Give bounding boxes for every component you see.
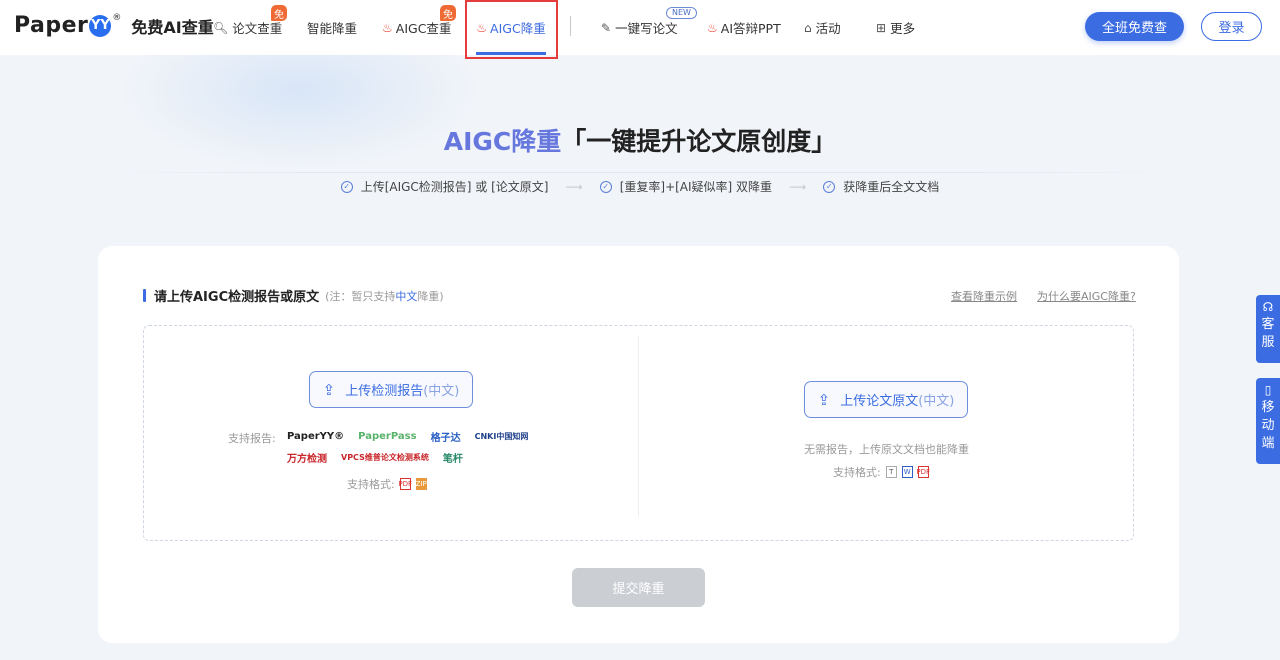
side-char: 动 — [1261, 418, 1275, 433]
phone-icon: ▯ — [1264, 383, 1272, 397]
login-button[interactable]: 登录 — [1201, 12, 1262, 41]
headset-icon: ☊ — [1262, 300, 1274, 314]
logo-vpcs: VPCS维普论文检测系统 — [341, 453, 429, 462]
left-formats: 支持格式: PDF ZIP — [347, 476, 427, 492]
card-title: 请上传AIGC检测报告或原文 (注：暂只支持中文降重) — [143, 286, 444, 305]
logo-mark-icon: YY — [89, 14, 112, 37]
upload-card: 请上传AIGC检测报告或原文 (注：暂只支持中文降重) 查看降重示例 为什么要A… — [98, 246, 1179, 643]
mobile-app-button[interactable]: ▯ 移 动 端 — [1256, 378, 1280, 464]
hero-divider — [100, 172, 1180, 173]
logo-paperpass: PaperPass — [358, 431, 417, 442]
support-formats-label: 支持格式: — [833, 466, 881, 479]
check-circle-icon: ✓ — [823, 180, 836, 193]
logo-bigan: 笔杆 — [442, 454, 463, 465]
logo-cnki: CNKI中国知网 — [474, 432, 529, 441]
nav-divider — [570, 16, 571, 36]
nav-label: 一键写论文 — [615, 21, 678, 36]
search-doc-icon: 🔍︎ — [213, 20, 229, 35]
support-reports-label: 支持报告: — [228, 432, 276, 445]
arrow-right-icon: ⟶ — [789, 179, 807, 194]
check-circle-icon: ✓ — [340, 180, 353, 193]
pen-icon: ✎ — [601, 20, 612, 35]
support-formats-label: 支持格式: — [347, 478, 395, 491]
upload-original-sub: (中文) — [918, 394, 955, 409]
logo-registered: ® — [112, 13, 122, 23]
class-free-check-button[interactable]: 全班免费查 — [1085, 12, 1184, 41]
side-char: 服 — [1261, 335, 1275, 350]
page-title: AIGC降重「一键提升论文原创度」 — [0, 122, 1280, 158]
nav-label: 智能降重 — [307, 21, 358, 36]
upload-icon: ⇪ — [322, 380, 336, 399]
fire-icon: ♨ — [707, 20, 718, 35]
pdf-icon: PDF — [398, 478, 413, 490]
report-logos-row2: 万方检测 VPCS维普论文检测系统 笔杆 — [287, 450, 477, 465]
logo-paperyy: PaperYY® — [287, 431, 345, 442]
free-badge: 免 — [271, 5, 287, 21]
zip-icon: ZIP — [415, 478, 427, 490]
nav-item-more[interactable]: ⊞ 更多 — [876, 0, 915, 55]
site-logo[interactable]: Paper YY ® 免费AI查重 — [14, 13, 214, 38]
upload-original-label: 上传论文原文 — [840, 394, 919, 409]
nav-item-paper-check[interactable]: 🔍︎ 论文查重 免 — [213, 0, 287, 55]
check-circle-icon: ✓ — [599, 180, 612, 193]
upload-report-button[interactable]: ⇪ 上传检测报告 (中文) — [309, 371, 473, 408]
pdf-icon: PDF — [916, 466, 931, 478]
free-badge: 免 — [440, 5, 456, 21]
right-formats: 支持格式: T W PDF — [833, 464, 931, 480]
nav-item-events[interactable]: ⌂ 活动 — [804, 0, 841, 55]
nav-label: AI答辩PPT — [720, 21, 781, 36]
new-badge: NEW — [666, 7, 697, 19]
txt-icon: T — [885, 466, 897, 478]
step-2: ✓ [重复率]+[AI疑似率] 双降重 — [599, 178, 773, 195]
side-char: 客 — [1261, 317, 1275, 332]
step-label: 获降重后全文文档 — [843, 180, 940, 194]
title-accent-bar — [143, 289, 146, 302]
logo-gezida: 格子达 — [430, 433, 461, 444]
nav-item-aigc-check[interactable]: ♨ AIGC查重 免 — [382, 0, 456, 55]
logo-wanfang: 万方检测 — [287, 454, 327, 465]
step-1: ✓ 上传[AIGC检测报告] 或 [论文原文] — [340, 178, 549, 195]
logo-word: Paper — [14, 13, 89, 38]
title-accent: AIGC降重 — [443, 127, 562, 156]
word-icon: W — [901, 466, 913, 478]
process-steps: ✓ 上传[AIGC检测报告] 或 [论文原文] ⟶ ✓ [重复率]+[AI疑似率… — [0, 178, 1280, 195]
side-char: 端 — [1261, 436, 1275, 451]
grid-icon: ⊞ — [876, 20, 887, 35]
gift-icon: ⌂ — [804, 20, 812, 35]
upload-dropzone[interactable]: ⇪ 上传检测报告 (中文) 支持报告: PaperYY® PaperPass 格子… — [143, 325, 1134, 541]
annotation-highlight-box — [465, 0, 558, 59]
submit-rewrite-button[interactable]: 提交降重 — [572, 568, 705, 607]
fire-icon: ♨ — [382, 20, 393, 35]
upload-report-label: 上传检测报告 — [345, 384, 424, 399]
nav-item-smart-rewrite[interactable]: 智能降重 — [307, 0, 357, 55]
upload-icon: ⇪ — [817, 390, 831, 409]
arrow-right-icon: ⟶ — [565, 179, 583, 194]
nav-label: 活动 — [815, 21, 841, 36]
nav-item-write-paper[interactable]: ✎ 一键写论文 NEW — [601, 0, 697, 55]
title-rest: 「一键提升论文原创度」 — [561, 127, 837, 156]
step-label: 上传[AIGC检测报告] 或 [论文原文] — [360, 180, 549, 194]
side-char: 移 — [1261, 400, 1275, 415]
step-3: ✓ 获降重后全文文档 — [823, 178, 939, 195]
upload-report-sub: (中文) — [423, 384, 460, 399]
customer-service-button[interactable]: ☊ 客 服 — [1256, 295, 1280, 363]
nav-label: 更多 — [890, 21, 916, 36]
original-hint: 无需报告，上传原文文档也能降重 — [804, 443, 969, 456]
nav-item-ai-ppt[interactable]: ♨ AI答辩PPT — [707, 0, 781, 55]
card-note: (注：暂只支持中文降重) — [325, 289, 444, 303]
step-label: [重复率]+[AI疑似率] 双降重 — [619, 180, 773, 194]
upload-original-button[interactable]: ⇪ 上传论文原文 (中文) — [804, 381, 968, 418]
logo-tagline: 免费AI查重 — [131, 17, 214, 37]
top-navbar: Paper YY ® 免费AI查重 🔍︎ 论文查重 免 智能降重 ♨ AIGC查… — [0, 0, 1280, 59]
why-aigc-link[interactable]: 为什么要AIGC降重? — [1037, 288, 1136, 304]
upload-divider — [638, 336, 639, 516]
card-title-text: 请上传AIGC检测报告或原文 — [154, 290, 320, 305]
view-example-link[interactable]: 查看降重示例 — [951, 288, 1017, 304]
report-logos-row1: PaperYY® PaperPass 格子达 CNKI中国知网 — [287, 429, 542, 444]
